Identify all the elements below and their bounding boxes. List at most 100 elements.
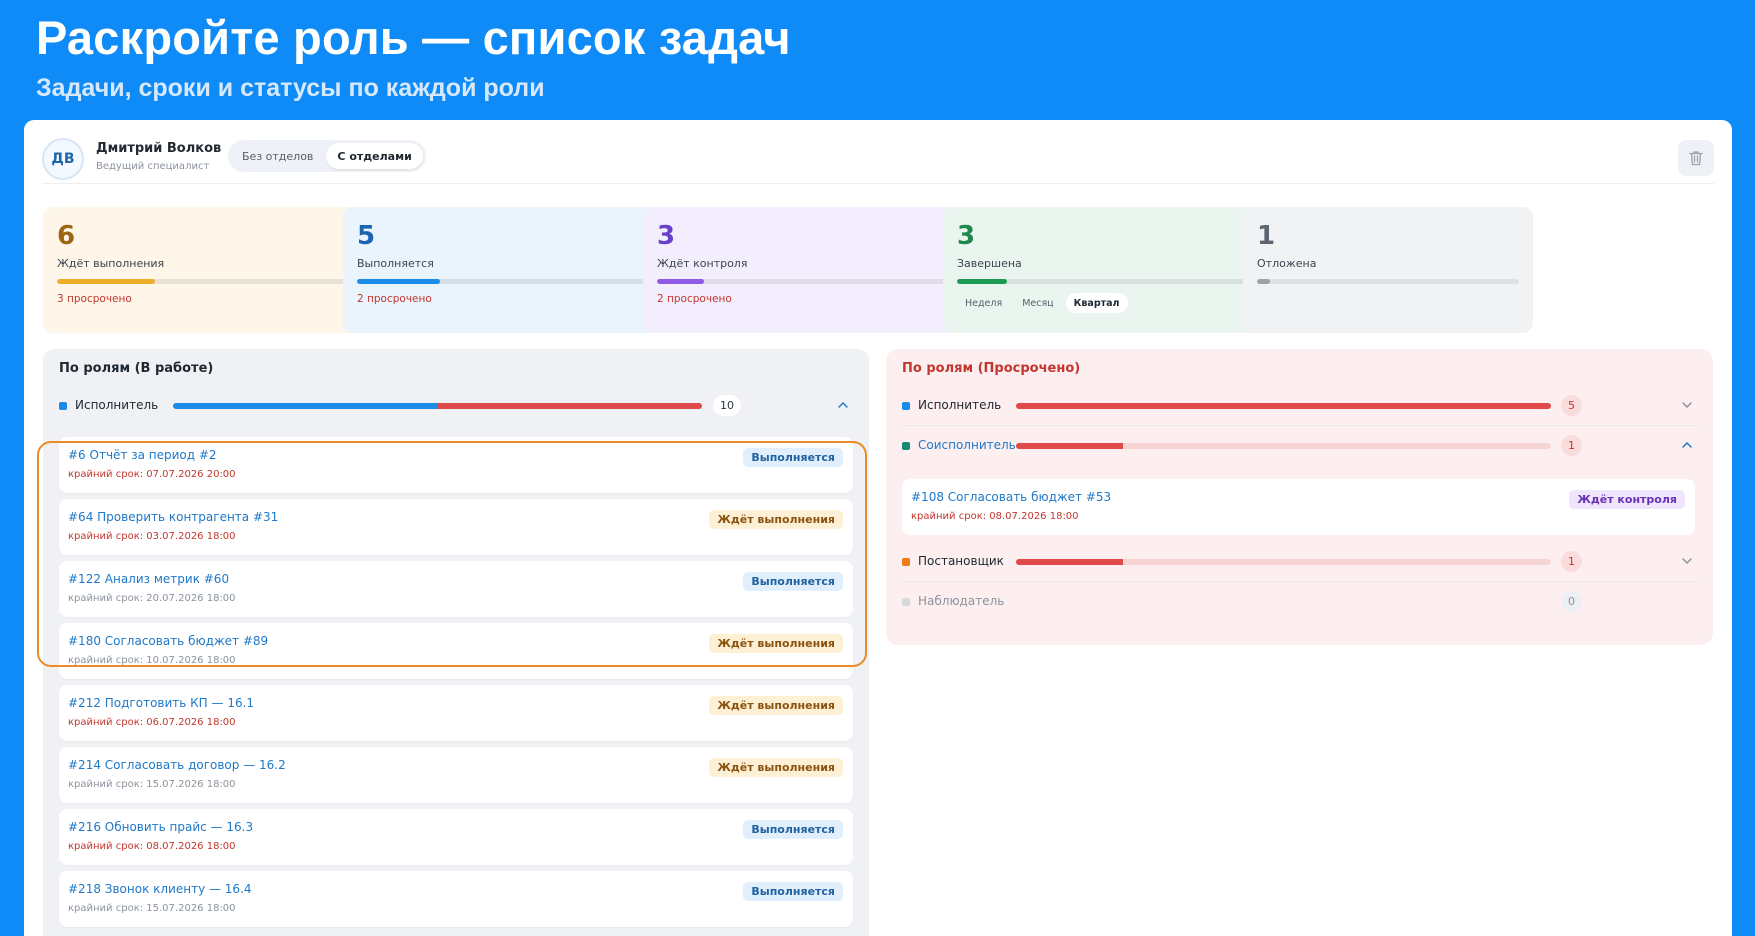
stat-card-waiting[interactable]: 6 Ждёт выполнения 3 просрочено (43, 207, 367, 333)
task-deadline: крайний срок: 07.07.2026 20:00 (68, 469, 236, 480)
stat-label: Завершена (957, 257, 1022, 270)
task-deadline: крайний срок: 03.07.2026 18:00 (68, 531, 236, 542)
role-progress-bar (173, 403, 702, 409)
task-card[interactable]: #218 Звонок клиенту — 16.4 крайний срок: … (59, 871, 853, 927)
task-title[interactable]: #212 Подготовить КП — 16.1 (68, 696, 254, 710)
task-card[interactable]: #180 Согласовать бюджет #89 крайний срок:… (59, 623, 853, 679)
period-week[interactable]: Неделя (957, 293, 1010, 313)
task-title[interactable]: #214 Согласовать договор — 16.2 (68, 758, 286, 772)
status-badge: Выполняется (743, 882, 843, 901)
role-progress-fill (1016, 559, 1123, 565)
role-name: Исполнитель (75, 398, 159, 412)
overdue-role-coexecutor[interactable]: Соисполнитель 1 (902, 433, 1697, 459)
delete-button[interactable] (1678, 140, 1714, 176)
stat-count: 6 (57, 221, 76, 251)
role-count: 1 (1561, 551, 1582, 572)
task-title[interactable]: #6 Отчёт за период #2 (68, 448, 217, 462)
task-card[interactable]: #212 Подготовить КП — 16.1 крайний срок: … (59, 685, 853, 741)
banner-title: Раскройте роль — список задач (36, 11, 791, 64)
task-deadline: крайний срок: 06.07.2026 18:00 (68, 717, 236, 728)
task-card[interactable]: #6 Отчёт за период #2 крайний срок: 07.07… (59, 437, 853, 493)
chevron-up-icon[interactable] (835, 397, 851, 413)
trash-icon (1689, 151, 1703, 166)
user-name: Дмитрий Волков (96, 141, 222, 156)
role-dot (902, 402, 910, 410)
stat-label: Ждёт контроля (657, 257, 748, 270)
roles-overdue-title: По ролям (Просрочено) (902, 361, 1081, 376)
period-month[interactable]: Месяц (1014, 293, 1061, 313)
task-deadline: крайний срок: 20.07.2026 18:00 (68, 593, 236, 604)
task-title[interactable]: #108 Согласовать бюджет #53 (911, 490, 1111, 504)
task-card[interactable]: #122 Анализ метрик #60 крайний срок: 20.0… (59, 561, 853, 617)
user-header: ДВ Дмитрий Волков Ведущий специалист Без… (42, 134, 1714, 184)
status-badge: Ждёт выполнения (709, 510, 843, 529)
task-title[interactable]: #216 Обновить прайс — 16.3 (68, 820, 253, 834)
task-title[interactable]: #122 Анализ метрик #60 (68, 572, 229, 586)
stat-card-control[interactable]: 3 Ждёт контроля 2 просрочено (643, 207, 967, 333)
task-list: #6 Отчёт за период #2 крайний срок: 07.07… (59, 437, 853, 933)
role-progress-bar (1016, 403, 1551, 409)
status-badge: Выполняется (743, 448, 843, 467)
role-progress-running (173, 403, 438, 409)
stat-label: Отложена (1257, 257, 1317, 270)
task-title[interactable]: #218 Звонок клиенту — 16.4 (68, 882, 252, 896)
task-title[interactable]: #64 Проверить контрагента #31 (68, 510, 278, 524)
period-switch: Неделя Месяц Квартал (957, 293, 1253, 313)
stat-progress-fill (357, 279, 440, 284)
task-deadline: крайний срок: 10.07.2026 18:00 (68, 655, 236, 666)
banner-subtitle: Задачи, сроки и статусы по каждой роли (36, 74, 545, 102)
stat-progress-bar (657, 279, 953, 284)
role-progress-fill (1016, 443, 1123, 449)
stat-count: 5 (357, 221, 376, 251)
department-toggle: Без отделов С отделами (228, 140, 426, 172)
stat-card-postponed[interactable]: 1 Отложена (1243, 207, 1533, 333)
stat-card-running[interactable]: 5 Выполняется 2 просрочено (343, 207, 667, 333)
role-dot (902, 442, 910, 450)
stat-progress-bar (357, 279, 653, 284)
stat-card-done[interactable]: 3 Завершена Неделя Месяц Квартал (943, 207, 1267, 333)
overdue-role-executor[interactable]: Исполнитель 5 (902, 393, 1697, 419)
role-count: 10 (713, 395, 741, 416)
status-badge: Ждёт выполнения (709, 634, 843, 653)
roles-in-progress: По ролям (В работе) Исполнитель 10 #6 От… (43, 349, 869, 936)
role-name: Исполнитель (918, 398, 1002, 412)
role-name: Соисполнитель (918, 438, 1016, 452)
stat-progress-fill (657, 279, 705, 284)
stat-overdue: 2 просрочено (657, 293, 732, 305)
overdue-role-creator[interactable]: Постановщик 1 (902, 549, 1697, 575)
toggle-without-departments[interactable]: Без отделов (231, 143, 324, 169)
stat-progress-fill (957, 279, 1008, 284)
divider (902, 581, 1697, 582)
task-card[interactable]: #64 Проверить контрагента #31 крайний сро… (59, 499, 853, 555)
task-deadline: крайний срок: 15.07.2026 18:00 (68, 903, 236, 914)
status-badge: Ждёт выполнения (709, 696, 843, 715)
stat-count: 3 (957, 221, 976, 251)
chevron-up-icon[interactable] (1679, 437, 1695, 453)
role-count: 5 (1561, 395, 1582, 416)
dashboard-panel: ДВ Дмитрий Волков Ведущий специалист Без… (24, 120, 1732, 936)
stat-progress-bar (957, 279, 1253, 284)
task-card[interactable]: #214 Согласовать договор — 16.2 крайний с… (59, 747, 853, 803)
role-name: Постановщик (918, 554, 1004, 568)
role-progress-bar (1016, 443, 1551, 449)
stat-progress-bar (1257, 279, 1519, 284)
role-dot (902, 598, 910, 606)
role-count: 1 (1561, 435, 1582, 456)
role-progress-bar (1016, 559, 1551, 565)
stat-overdue: 3 просрочено (57, 293, 132, 305)
toggle-with-departments[interactable]: С отделами (326, 143, 423, 169)
role-dot (902, 558, 910, 566)
overdue-task-card[interactable]: #108 Согласовать бюджет #53 крайний срок… (902, 479, 1695, 535)
chevron-down-icon[interactable] (1679, 397, 1695, 413)
role-count: 0 (1561, 591, 1582, 612)
banner: Раскройте роль — список задач Задачи, ср… (0, 0, 1755, 120)
role-progress-fill (1016, 403, 1551, 409)
task-deadline: крайний срок: 08.07.2026 18:00 (911, 511, 1079, 522)
task-card[interactable]: #216 Обновить прайс — 16.3 крайний срок: … (59, 809, 853, 865)
stat-progress-fill (57, 279, 155, 284)
period-quarter[interactable]: Квартал (1065, 293, 1128, 313)
task-title[interactable]: #180 Согласовать бюджет #89 (68, 634, 268, 648)
chevron-down-icon[interactable] (1679, 553, 1695, 569)
role-row-executor[interactable]: Исполнитель 10 (59, 393, 853, 419)
overdue-role-observer: Наблюдатель 0 (902, 589, 1697, 615)
